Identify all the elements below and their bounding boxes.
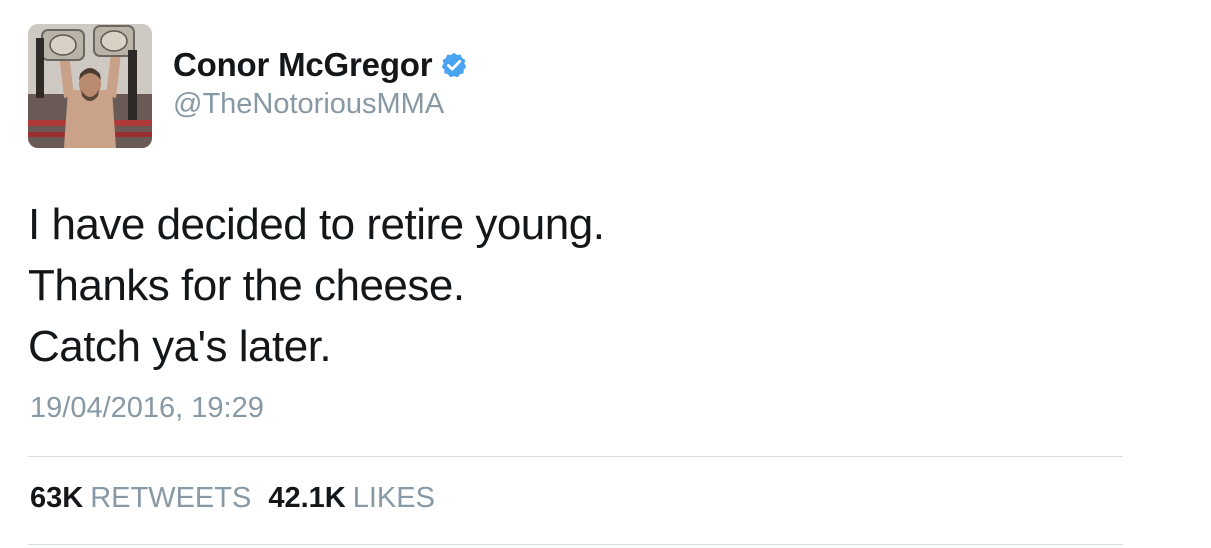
likes-stat[interactable]: 42.1K LIKES: [268, 482, 435, 515]
avatar[interactable]: [28, 24, 152, 148]
engagement-stats: 63K RETWEETS 42.1K LIKES: [30, 482, 435, 515]
display-name[interactable]: Conor McGregor: [173, 46, 433, 84]
likes-label: LIKES: [352, 482, 435, 514]
retweets-stat[interactable]: 63K RETWEETS: [30, 482, 251, 515]
divider: [28, 456, 1123, 457]
tweet-timestamp[interactable]: 19/04/2016, 19:29: [30, 392, 264, 425]
tweet-text-line: I have decided to retire young.: [28, 200, 605, 249]
author-handle[interactable]: @TheNotoriousMMA: [173, 88, 444, 121]
likes-count: 42.1K: [268, 482, 346, 514]
tweet-text-line: Thanks for the cheese.: [28, 261, 465, 310]
author-name-row[interactable]: Conor McGregor: [173, 44, 468, 86]
divider: [28, 544, 1123, 545]
retweets-label: RETWEETS: [90, 482, 252, 514]
avatar-image: [28, 24, 152, 148]
tweet-text: I have decided to retire young. Thanks f…: [28, 194, 1128, 377]
retweets-count: 63K: [30, 482, 84, 514]
verified-badge-icon: [440, 51, 468, 79]
tweet-text-line: Catch ya's later.: [28, 322, 332, 371]
